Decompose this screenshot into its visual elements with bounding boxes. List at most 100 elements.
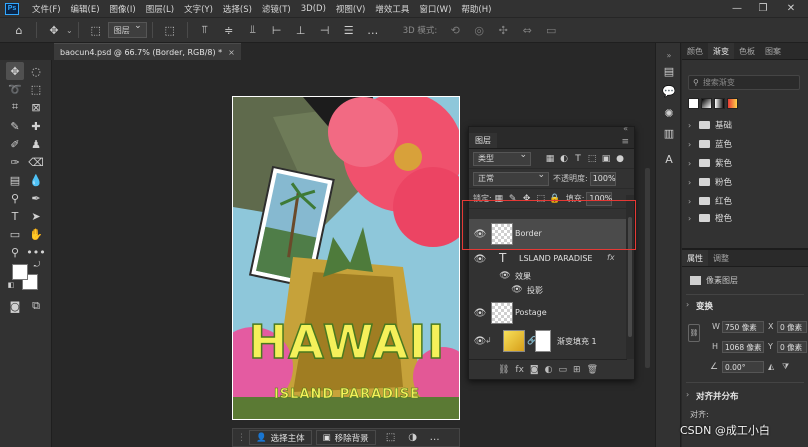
transform-icon[interactable]: ⬚: [384, 432, 398, 443]
width-input[interactable]: 750 像素: [722, 321, 764, 333]
dodge-tool[interactable]: ⚲: [6, 189, 24, 207]
menu-edit[interactable]: 编辑(E): [66, 3, 105, 15]
adjust-icon[interactable]: ◑: [406, 432, 420, 443]
filter-pixel-icon[interactable]: ▦: [543, 152, 557, 166]
remove-background-button[interactable]: ▣ 移除背景: [315, 430, 376, 445]
healing-brush-tool[interactable]: ✚: [27, 117, 45, 135]
gradient-folder-red[interactable]: › 红色: [688, 192, 800, 210]
brush-tool[interactable]: ✐: [6, 135, 24, 153]
history-brush-tool[interactable]: ✑: [6, 153, 24, 171]
select-subject-button[interactable]: 👤 选择主体: [249, 430, 312, 445]
link-layers-icon[interactable]: ⛓: [498, 365, 509, 375]
menu-view[interactable]: 视图(V): [331, 3, 370, 15]
document-tab[interactable]: baocun4.psd @ 66.7% (Border, RGB/8) * ×: [54, 43, 241, 60]
new-adjustment-icon[interactable]: ◐: [545, 365, 553, 375]
minimize-button[interactable]: —: [726, 0, 748, 17]
collapse-icon[interactable]: »: [661, 47, 677, 63]
more-options-icon[interactable]: …: [364, 21, 382, 39]
lock-all-icon[interactable]: 🔒: [548, 192, 562, 206]
menu-layer[interactable]: 图层(L): [141, 3, 179, 15]
x-input[interactable]: 0 像素: [777, 321, 807, 333]
visibility-eye-icon[interactable]: 👁: [511, 285, 523, 295]
canvas-vertical-scrollbar[interactable]: [642, 60, 652, 447]
angle-input[interactable]: 0.00°: [722, 361, 764, 373]
layer-effects-row[interactable]: 👁 效果: [469, 269, 627, 283]
tab-gradient[interactable]: 渐变: [708, 43, 734, 59]
gradient-tool[interactable]: ▤: [6, 171, 24, 189]
flip-vertical-icon[interactable]: ⧩: [782, 362, 789, 372]
menu-type[interactable]: 文字(Y): [179, 3, 218, 15]
blend-mode-dropdown[interactable]: 正常: [473, 170, 549, 186]
layer-row-island-paradise[interactable]: 👁 T LSLAND PARADISE fx: [469, 249, 627, 269]
rectangle-tool[interactable]: ▭: [6, 225, 24, 243]
roll-3d-icon[interactable]: ◎: [470, 21, 488, 39]
gradient-preset[interactable]: [701, 98, 712, 109]
menu-image[interactable]: 图像(I): [105, 3, 141, 15]
auto-select-target-dropdown[interactable]: 图层: [107, 21, 147, 38]
gradient-folder-orange[interactable]: › 橙色: [688, 211, 800, 225]
visibility-eye-icon[interactable]: 👁: [474, 229, 487, 240]
object-select-tool[interactable]: ⬚: [27, 80, 45, 98]
y-input[interactable]: 0 像素: [777, 341, 807, 353]
new-group-icon[interactable]: ▭: [559, 365, 568, 375]
more-icon[interactable]: …: [428, 432, 442, 443]
crop-tool[interactable]: ⌗: [6, 98, 24, 116]
lock-pixels-icon[interactable]: ✎: [506, 192, 520, 206]
screen-mode-icon[interactable]: ⧉: [27, 297, 45, 315]
distribute-icon[interactable]: ☰: [340, 21, 358, 39]
scrollbar-thumb[interactable]: [628, 217, 632, 337]
filter-toggle-icon[interactable]: ●: [613, 152, 627, 166]
comments-icon[interactable]: 💬: [661, 83, 677, 99]
clone-stamp-tool[interactable]: ♟: [27, 135, 45, 153]
lock-artboard-icon[interactable]: ⬚: [534, 192, 548, 206]
foreground-color-swatch[interactable]: [12, 264, 28, 280]
lock-transparency-icon[interactable]: ▦: [492, 192, 506, 206]
pen-tool[interactable]: ✒: [27, 189, 45, 207]
gradient-search-input[interactable]: ⚲ 搜索渐变: [688, 75, 800, 90]
align-right-icon[interactable]: ⊣: [316, 21, 334, 39]
gradient-folder-blue[interactable]: › 蓝色: [688, 135, 800, 153]
flip-horizontal-icon[interactable]: ◭: [768, 362, 774, 371]
align-hcenter-icon[interactable]: ⊥: [292, 21, 310, 39]
tab-color[interactable]: 颜色: [682, 43, 708, 59]
layers-scrollbar[interactable]: [626, 195, 634, 359]
menu-plugins[interactable]: 增效工具: [370, 3, 414, 15]
character-icon[interactable]: A: [661, 151, 677, 167]
align-left-icon[interactable]: ⊢: [268, 21, 286, 39]
menu-select[interactable]: 选择(S): [218, 3, 257, 15]
layer-row-postage[interactable]: 👁 Postage: [469, 299, 627, 327]
poster-artwork[interactable]: HAWAII ISLAND PARADISE: [232, 96, 460, 420]
default-colors-icon[interactable]: ◧: [6, 280, 16, 290]
tab-patterns[interactable]: 图案: [760, 43, 786, 59]
gradient-preset[interactable]: [727, 98, 738, 109]
slide-3d-icon[interactable]: ⇔: [518, 21, 536, 39]
panel-menu-icon[interactable]: ≡: [621, 137, 629, 147]
collapse-icon[interactable]: «: [623, 124, 628, 133]
menu-filter[interactable]: 滤镜(T): [257, 3, 296, 15]
path-select-tool[interactable]: ➤: [27, 207, 45, 225]
menu-3d[interactable]: 3D(D): [296, 4, 331, 14]
gradient-folder-pink[interactable]: › 粉色: [688, 173, 800, 191]
layer-row-border[interactable]: 👁 Border: [469, 219, 627, 249]
scale-3d-icon[interactable]: ▭: [542, 21, 560, 39]
home-icon[interactable]: ⌂: [10, 21, 28, 39]
close-window-button[interactable]: ✕: [780, 0, 802, 17]
layer-row-gradient-fill[interactable]: 👁 ↲ 🔗 渐变填充 1: [469, 327, 627, 355]
chevron-down-icon[interactable]: ›: [686, 390, 689, 399]
align-top-icon[interactable]: ⫪: [196, 21, 214, 39]
close-tab-icon[interactable]: ×: [228, 48, 235, 57]
visibility-eye-icon[interactable]: 👁: [499, 271, 511, 281]
tab-swatches[interactable]: 色板: [734, 43, 760, 59]
delete-layer-icon[interactable]: 🗑: [587, 365, 598, 375]
align-bottom-icon[interactable]: ⫫: [244, 21, 262, 39]
blur-tool[interactable]: 💧: [27, 171, 45, 189]
lasso-tool[interactable]: ➰: [6, 80, 24, 98]
menu-window[interactable]: 窗口(W): [414, 3, 456, 15]
tab-properties[interactable]: 属性: [682, 250, 708, 266]
drag-handle-icon[interactable]: ⋮: [237, 433, 246, 443]
more-tools-icon[interactable]: •••: [26, 243, 45, 261]
filter-adjustment-icon[interactable]: ◐: [557, 152, 571, 166]
scrollbar-thumb[interactable]: [645, 168, 650, 368]
move-tool[interactable]: ✥: [6, 62, 24, 80]
visibility-eye-icon[interactable]: 👁: [474, 308, 487, 319]
